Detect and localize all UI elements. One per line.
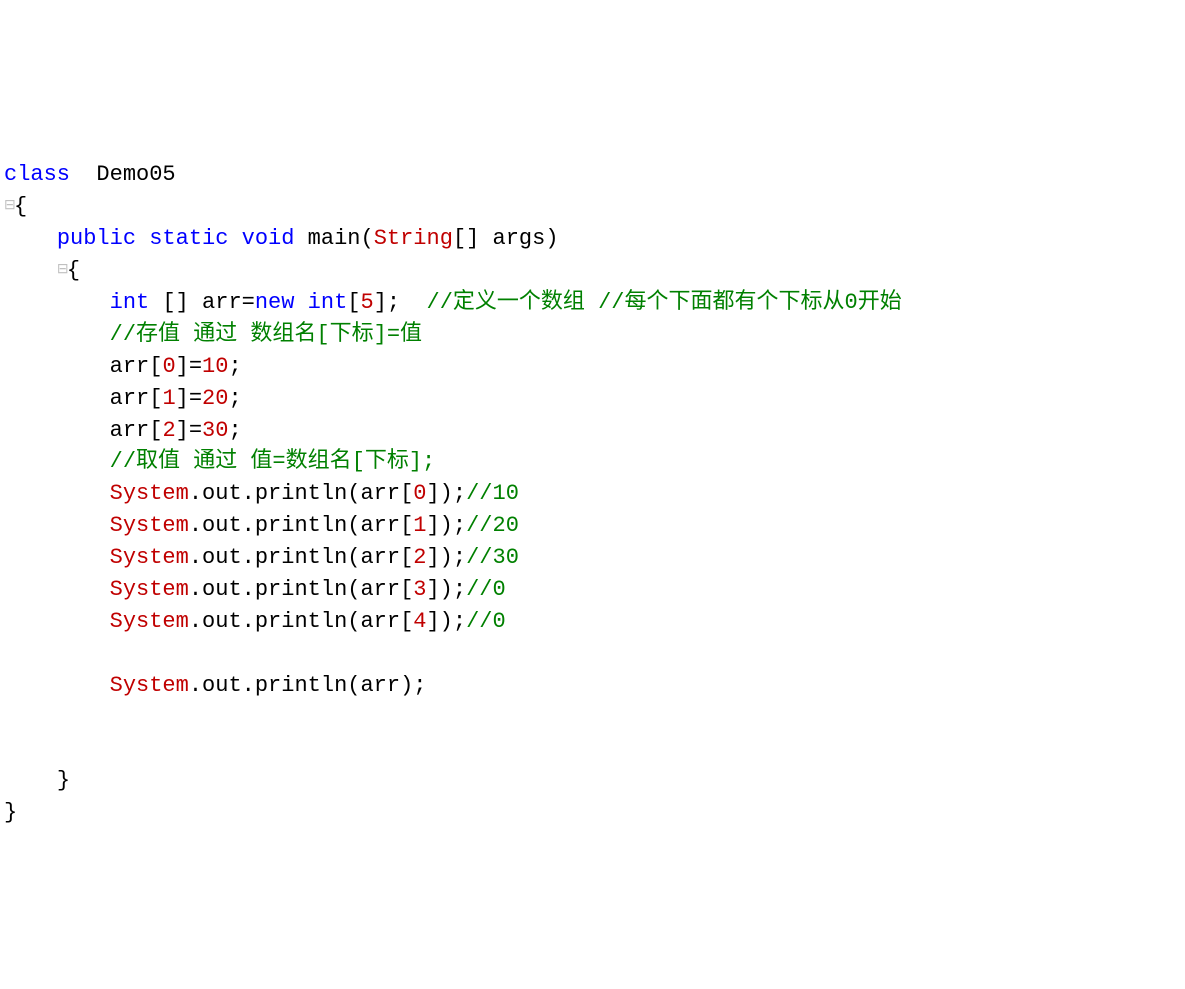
code-line: //存值 通过 数组名[下标]=值 [4, 322, 422, 347]
code-line: System.out.println(arr[2]);//30 [4, 545, 519, 570]
brace-open: { [67, 258, 80, 283]
keyword-void: void [242, 226, 295, 251]
number-literal: 5 [360, 290, 373, 315]
ident-system: System [110, 545, 189, 570]
number-literal: 10 [202, 354, 228, 379]
number-literal: 0 [413, 481, 426, 506]
code-line: ⊟{ [4, 258, 80, 283]
comment: //20 [466, 513, 519, 538]
fold-icon: ⊟ [4, 196, 14, 216]
code-line: System.out.println(arr[0]);//10 [4, 481, 519, 506]
brace-close: } [4, 800, 17, 825]
code-line: ⊟{ [4, 194, 27, 219]
ident-system: System [110, 577, 189, 602]
keyword-public: public [57, 226, 136, 251]
code-line: System.out.println(arr[1]);//20 [4, 513, 519, 538]
brace-close: } [57, 768, 70, 793]
ident-system: System [110, 609, 189, 634]
number-literal: 4 [413, 609, 426, 634]
number-literal: 20 [202, 386, 228, 411]
comment: //定义一个数组 //每个下面都有个下标从0开始 [427, 290, 902, 315]
param-args: args [493, 226, 546, 251]
number-literal: 2 [413, 545, 426, 570]
number-literal: 3 [413, 577, 426, 602]
ident-system: System [110, 673, 189, 698]
comment: //0 [466, 577, 506, 602]
code-line: System.out.println(arr); [4, 673, 426, 698]
number-literal: 30 [202, 418, 228, 443]
code-line: arr[2]=30; [4, 418, 242, 443]
method-main: main [308, 226, 361, 251]
keyword-class: class [4, 162, 70, 187]
code-line: public static void main(String[] args) [4, 226, 559, 251]
number-literal: 0 [162, 354, 175, 379]
keyword-new: new [255, 290, 295, 315]
code-line: } [4, 800, 17, 825]
ident-system: System [110, 481, 189, 506]
code-line: arr[1]=20; [4, 386, 242, 411]
fold-icon: ⊟ [57, 260, 67, 280]
keyword-static: static [149, 226, 228, 251]
keyword-int: int [308, 290, 348, 315]
code-line: int [] arr=new int[5]; //定义一个数组 //每个下面都有… [4, 290, 902, 315]
comment: //取值 通过 值=数组名[下标]; [110, 449, 436, 474]
comment: //0 [466, 609, 506, 634]
keyword-int: int [110, 290, 150, 315]
comment: //存值 通过 数组名[下标]=值 [110, 322, 422, 347]
code-line: arr[0]=10; [4, 354, 242, 379]
type-string: String [374, 226, 453, 251]
class-name: Demo05 [96, 162, 175, 187]
comment: //30 [466, 545, 519, 570]
code-line: System.out.println(arr[4]);//0 [4, 609, 506, 634]
code-line: class Demo05 [4, 162, 176, 187]
code-line: } [4, 768, 70, 793]
brace-open: { [14, 194, 27, 219]
comment: //10 [466, 481, 519, 506]
number-literal: 1 [413, 513, 426, 538]
code-block: class Demo05 ⊟{ public static void main(… [0, 128, 1185, 830]
code-line: System.out.println(arr[3]);//0 [4, 577, 506, 602]
number-literal: 1 [162, 386, 175, 411]
ident-system: System [110, 513, 189, 538]
number-literal: 2 [162, 418, 175, 443]
code-line: //取值 通过 值=数组名[下标]; [4, 449, 435, 474]
